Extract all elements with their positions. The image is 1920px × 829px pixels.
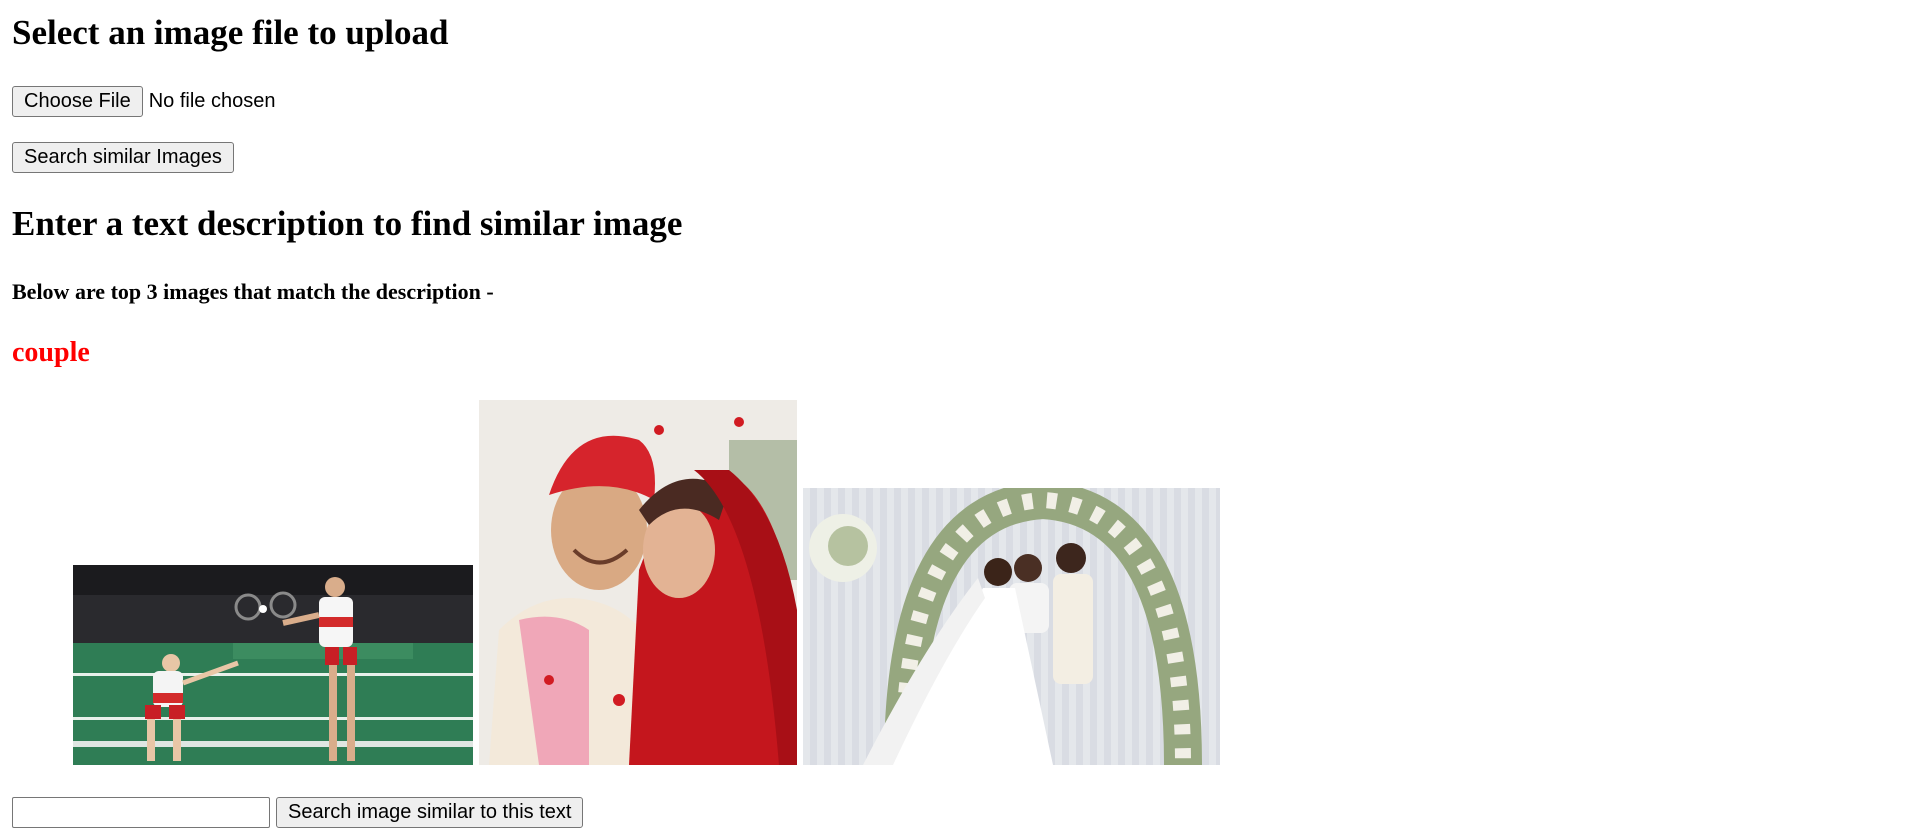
text-search-heading: Enter a text description to find similar… bbox=[12, 204, 683, 243]
text-search-form: Search image similar to this text bbox=[12, 797, 584, 828]
result-image-badminton bbox=[73, 565, 473, 765]
result-image-wedding-ceremony bbox=[803, 488, 1220, 765]
upload-heading: Select an image file to upload bbox=[12, 13, 449, 52]
search-similar-images-button[interactable]: Search similar Images bbox=[12, 142, 234, 173]
query-term: couple bbox=[12, 337, 90, 368]
file-status-text: No file chosen bbox=[148, 90, 276, 112]
wedding-couple-photo bbox=[479, 400, 797, 765]
choose-file-button[interactable]: Choose File bbox=[12, 86, 143, 117]
wedding-ceremony-photo bbox=[803, 488, 1220, 765]
result-images bbox=[73, 400, 1225, 765]
text-description-input[interactable] bbox=[12, 797, 270, 828]
badminton-photo bbox=[73, 565, 473, 765]
results-intro: Below are top 3 images that match the de… bbox=[12, 279, 494, 304]
file-input[interactable]: Choose File No file chosen bbox=[12, 86, 275, 117]
search-by-text-button[interactable]: Search image similar to this text bbox=[276, 797, 584, 828]
result-image-indian-wedding bbox=[479, 400, 797, 765]
page: Select an image file to upload Choose Fi… bbox=[0, 0, 1920, 829]
